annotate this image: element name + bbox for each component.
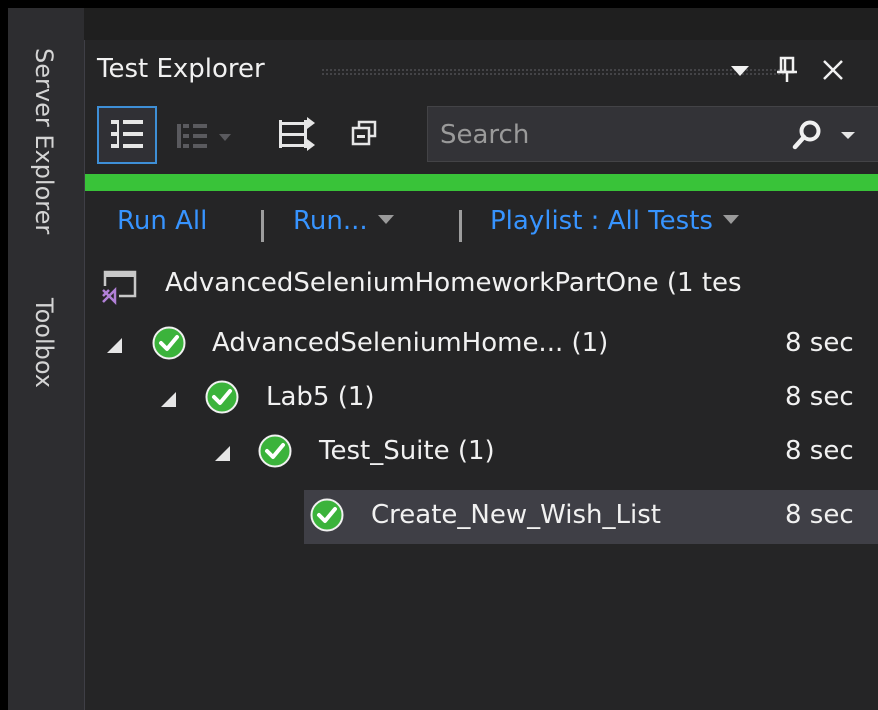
test-explorer-toolbar xyxy=(85,102,878,174)
pin-icon xyxy=(777,56,797,82)
test-passed-icon xyxy=(152,326,186,360)
progress-fill xyxy=(85,174,878,191)
close-icon xyxy=(823,60,843,80)
server-explorer-tab[interactable]: Server Explorer xyxy=(30,48,58,234)
group-by-icon xyxy=(111,120,143,148)
playlist-dropdown[interactable]: Playlist : All Tests xyxy=(490,206,739,236)
expand-arrow-icon[interactable] xyxy=(107,338,122,353)
tree-node-label: Lab5 (1) xyxy=(266,382,375,412)
separator xyxy=(459,210,462,242)
run-label: Run... xyxy=(293,206,368,236)
expand-arrow-icon[interactable] xyxy=(215,446,230,461)
test-passed-icon xyxy=(205,380,239,414)
test-duration: 8 sec xyxy=(785,436,854,466)
run-all-link[interactable]: Run All xyxy=(117,206,207,236)
expand-arrow-icon[interactable] xyxy=(161,392,176,407)
playlist-button[interactable] xyxy=(271,108,335,168)
tree-node-label: Test_Suite (1) xyxy=(319,436,495,466)
command-bar: Run All Run... Playlist : All Tests xyxy=(85,200,878,248)
test-duration: 8 sec xyxy=(785,500,854,530)
tree-node-test-selected[interactable]: Create_New_Wish_List 8 sec xyxy=(304,490,878,544)
collapse-all-icon xyxy=(351,120,377,146)
chevron-down-icon xyxy=(722,215,739,224)
side-tool-strip: Server Explorer Toolbox xyxy=(8,8,84,710)
search-input[interactable] xyxy=(438,107,772,163)
test-explorer-panel: Test Explorer Search Run All Run... Play… xyxy=(84,40,878,710)
test-duration: 8 sec xyxy=(785,382,854,412)
playlist-label: Playlist : All Tests xyxy=(490,206,713,236)
tree-node-suite[interactable]: Test_Suite (1) 8 sec xyxy=(85,428,878,478)
separator xyxy=(261,210,264,242)
toolbox-tab[interactable]: Toolbox xyxy=(30,298,58,388)
project-row[interactable]: AdvancedSeleniumHomeworkPartOne (1 tes xyxy=(85,260,878,310)
tree-node-label: Create_New_Wish_List xyxy=(371,500,661,530)
title-grip[interactable] xyxy=(321,68,787,76)
run-dropdown[interactable]: Run... xyxy=(293,206,394,236)
close-button[interactable] xyxy=(817,48,849,92)
playlist-icon xyxy=(279,117,315,151)
test-passed-icon xyxy=(258,434,292,468)
group-by-button[interactable] xyxy=(97,106,157,164)
panel-header: Test Explorer xyxy=(85,40,878,102)
chevron-down-icon xyxy=(377,215,394,224)
pin-button[interactable] xyxy=(773,48,801,92)
chevron-down-icon xyxy=(731,66,749,76)
test-project-icon xyxy=(101,270,137,306)
hierarchy-view-button[interactable] xyxy=(175,108,239,168)
chevron-down-icon[interactable] xyxy=(838,125,858,145)
search-icon[interactable] xyxy=(790,117,826,153)
tree-node-class[interactable]: Lab5 (1) 8 sec xyxy=(85,374,878,424)
hierarchy-icon xyxy=(177,124,231,148)
test-duration: 8 sec xyxy=(785,328,854,358)
window-menu-dropdown-button[interactable] xyxy=(725,48,755,92)
project-label: AdvancedSeleniumHomeworkPartOne (1 tes xyxy=(165,268,742,298)
tree-node-namespace[interactable]: AdvancedSeleniumHome... (1) 8 sec xyxy=(85,320,878,370)
tree-node-label: AdvancedSeleniumHome... (1) xyxy=(212,328,609,358)
panel-title: Test Explorer xyxy=(97,54,265,84)
test-passed-icon xyxy=(310,498,344,532)
test-run-progress-bar xyxy=(85,174,878,191)
search-box[interactable] xyxy=(427,106,878,163)
collapse-all-button[interactable] xyxy=(345,108,409,168)
